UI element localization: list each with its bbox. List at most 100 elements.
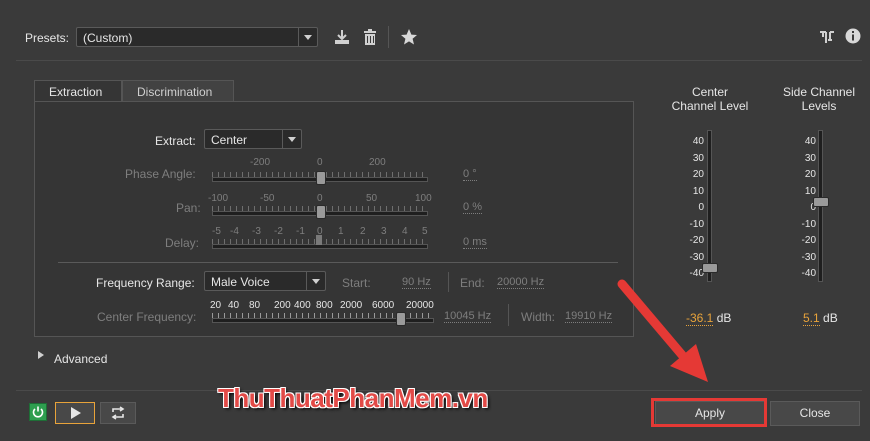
tick-label: 20 xyxy=(210,300,222,311)
tick-label: 2 xyxy=(360,226,366,237)
power-icon xyxy=(32,406,44,418)
start-value[interactable]: 90 Hz xyxy=(402,276,431,289)
tab-discrimination-label: Discrimination xyxy=(137,85,213,99)
start-label: Start: xyxy=(342,276,371,290)
play-icon xyxy=(71,407,81,419)
meter-scale-label: 40 xyxy=(692,136,704,147)
tick-label: -50 xyxy=(260,193,275,204)
meter-scale-label: 20 xyxy=(804,169,816,180)
center-frequency-value[interactable]: 10045 Hz xyxy=(444,310,492,323)
meter-scale-label: 10 xyxy=(692,185,704,197)
tick-label: 0 xyxy=(317,157,323,168)
play-button[interactable] xyxy=(55,402,95,424)
tick-label: -3 xyxy=(252,226,261,237)
center-channel-title: Center Channel Level xyxy=(671,85,749,113)
tick-label: 0 xyxy=(317,193,323,204)
frequency-range-value: Male Voice xyxy=(211,275,270,289)
meter-scale-label: -30 xyxy=(689,251,704,263)
tick-label: 5 xyxy=(422,226,428,237)
meter-scale-label: -20 xyxy=(689,235,704,246)
presets-label: Presets: xyxy=(25,31,70,45)
routing-icon[interactable] xyxy=(818,28,836,46)
tick-label: 100 xyxy=(415,193,432,204)
close-label: Close xyxy=(799,406,831,420)
end-value[interactable]: 20000 Hz xyxy=(497,276,545,289)
center-frequency-slider-thumb[interactable] xyxy=(396,312,406,326)
tick-label: 2000 xyxy=(340,300,363,311)
presets-dropdown[interactable]: (Custom) xyxy=(76,27,318,47)
meter-scale-label: -40 xyxy=(801,268,816,279)
presets-value: (Custom) xyxy=(83,31,133,45)
tick-label: 800 xyxy=(316,300,333,311)
chevron-down-icon xyxy=(282,130,301,148)
pan-value[interactable]: 0 % xyxy=(463,201,482,214)
advanced-toggle[interactable]: Advanced xyxy=(54,352,107,366)
delay-label: Delay: xyxy=(165,236,200,250)
meter-scale-label: -20 xyxy=(801,235,816,246)
extraction-panel xyxy=(34,101,634,337)
center-frequency-label: Center Frequency: xyxy=(97,310,197,324)
meter-scale-label: 0 xyxy=(698,202,704,213)
tick-label: -4 xyxy=(230,226,239,237)
apply-label: Apply xyxy=(694,406,726,420)
loop-icon xyxy=(111,406,125,420)
meter-scale-label: 40 xyxy=(804,136,816,147)
center-meter-scale: 40 30 20 10 0 -10 -20 -30 -40 xyxy=(680,137,704,285)
tick-label: -2 xyxy=(274,226,283,237)
meter-scale-label: 30 xyxy=(692,152,704,164)
frequency-range-dropdown[interactable]: Male Voice xyxy=(204,271,326,291)
delay-value[interactable]: 0 ms xyxy=(463,236,487,249)
tick-label: 40 xyxy=(228,300,240,311)
phase-angle-label: Phase Angle: xyxy=(125,167,196,181)
meter-scale-label: 30 xyxy=(804,152,816,164)
tab-extraction-label: Extraction xyxy=(49,85,103,99)
extract-value: Center xyxy=(211,133,248,147)
tick-label: -5 xyxy=(212,226,221,237)
extract-label: Extract: xyxy=(155,134,196,148)
tick-label: 80 xyxy=(249,300,261,311)
tick-label: 4 xyxy=(402,226,408,237)
favorite-star-icon[interactable] xyxy=(400,28,418,46)
meter-scale-label: -30 xyxy=(801,251,816,263)
tick-label: 50 xyxy=(366,193,378,204)
delay-slider-thumb[interactable] xyxy=(316,235,322,245)
trash-icon[interactable] xyxy=(361,28,379,46)
chevron-down-icon xyxy=(298,28,317,46)
tick-label: -100 xyxy=(208,193,229,204)
tick-label: 1 xyxy=(338,226,344,237)
end-label: End: xyxy=(460,276,485,290)
apply-button[interactable]: Apply xyxy=(655,401,765,426)
side-channel-slider-thumb[interactable] xyxy=(813,197,829,207)
meter-scale-label: -10 xyxy=(689,218,704,230)
width-label: Width: xyxy=(521,310,556,324)
tab-discrimination[interactable]: Discrimination xyxy=(122,80,234,102)
tick-label: 6000 xyxy=(372,300,395,311)
tab-extraction[interactable]: Extraction xyxy=(34,80,122,102)
info-icon[interactable] xyxy=(845,28,861,44)
save-preset-icon[interactable] xyxy=(333,28,351,46)
annotation-arrow-icon xyxy=(617,279,708,382)
expand-triangle-icon[interactable] xyxy=(38,351,44,359)
meter-scale-label: -10 xyxy=(801,218,816,230)
side-channel-title: Side Channel Levels xyxy=(782,85,856,113)
frequency-range-label: Frequency Range: xyxy=(96,276,195,290)
extract-dropdown[interactable]: Center xyxy=(204,129,302,149)
pan-slider-thumb[interactable] xyxy=(316,205,326,219)
phase-angle-slider-thumb[interactable] xyxy=(316,171,326,185)
tick-label: 400 xyxy=(294,300,311,311)
side-meter-scale: 40 30 20 10 0 -10 -20 -30 -40 xyxy=(792,137,816,285)
meter-scale-label: 10 xyxy=(804,185,816,197)
tick-label: -200 xyxy=(250,157,271,168)
power-toggle[interactable] xyxy=(29,403,47,421)
tick-label: 20000 xyxy=(406,300,434,311)
loop-button[interactable] xyxy=(100,402,136,424)
tick-label: 200 xyxy=(274,300,291,311)
tick-label: 200 xyxy=(369,157,386,168)
phase-angle-value[interactable]: 0 ° xyxy=(463,168,477,181)
meter-scale-label: 20 xyxy=(692,169,704,180)
tick-label: -1 xyxy=(296,226,305,237)
side-channel-value[interactable]: 5.1 dB xyxy=(803,311,838,326)
close-button[interactable]: Close xyxy=(770,401,860,426)
chevron-down-icon xyxy=(306,272,325,290)
pan-label: Pan: xyxy=(176,201,201,215)
